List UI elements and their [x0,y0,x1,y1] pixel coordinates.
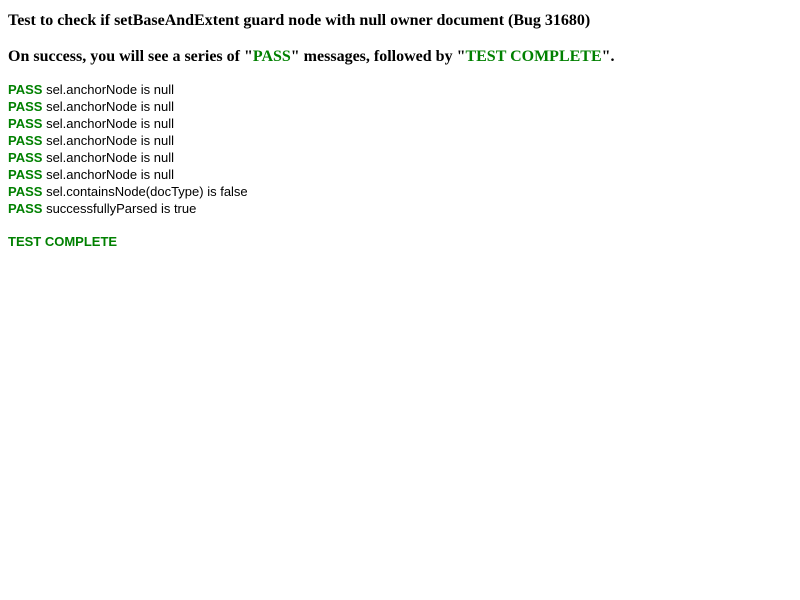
result-status: PASS [8,82,43,97]
instructions-suffix: ". [601,48,615,65]
instructions: On success, you will see a series of "PA… [8,47,792,66]
result-status: PASS [8,167,43,182]
result-message: sel.anchorNode is null [46,133,174,148]
page-title: Test to check if setBaseAndExtent guard … [8,12,591,29]
result-line: PASS sel.anchorNode is null [8,81,792,98]
result-status: PASS [8,133,43,148]
instructions-pass-word: PASS [252,48,291,65]
result-message: sel.containsNode(docType) is false [46,184,248,199]
result-line: PASS sel.anchorNode is null [8,149,792,166]
instructions-middle: " messages, followed by " [290,48,466,65]
result-line: PASS sel.anchorNode is null [8,132,792,149]
result-message: sel.anchorNode is null [46,167,174,182]
result-status: PASS [8,201,43,216]
test-complete-message: TEST COMPLETE [8,234,118,249]
result-message: sel.anchorNode is null [46,99,174,114]
result-message: sel.anchorNode is null [46,82,174,97]
result-status: PASS [8,99,43,114]
instructions-complete-word: TEST COMPLETE [465,48,602,65]
result-message: sel.anchorNode is null [46,150,174,165]
result-line: PASS successfullyParsed is true [8,200,792,217]
instructions-prefix: On success, you will see a series of " [8,48,253,65]
result-status: PASS [8,184,43,199]
result-line: PASS sel.anchorNode is null [8,115,792,132]
console-output: PASS sel.anchorNode is null PASS sel.anc… [8,81,792,217]
result-message: sel.anchorNode is null [46,116,174,131]
result-message: successfullyParsed is true [46,201,197,216]
result-status: PASS [8,150,43,165]
result-line: PASS sel.anchorNode is null [8,98,792,115]
result-line: PASS sel.containsNode(docType) is false [8,183,792,200]
result-line: PASS sel.anchorNode is null [8,166,792,183]
test-page: Test to check if setBaseAndExtent guard … [0,0,800,258]
result-status: PASS [8,116,43,131]
